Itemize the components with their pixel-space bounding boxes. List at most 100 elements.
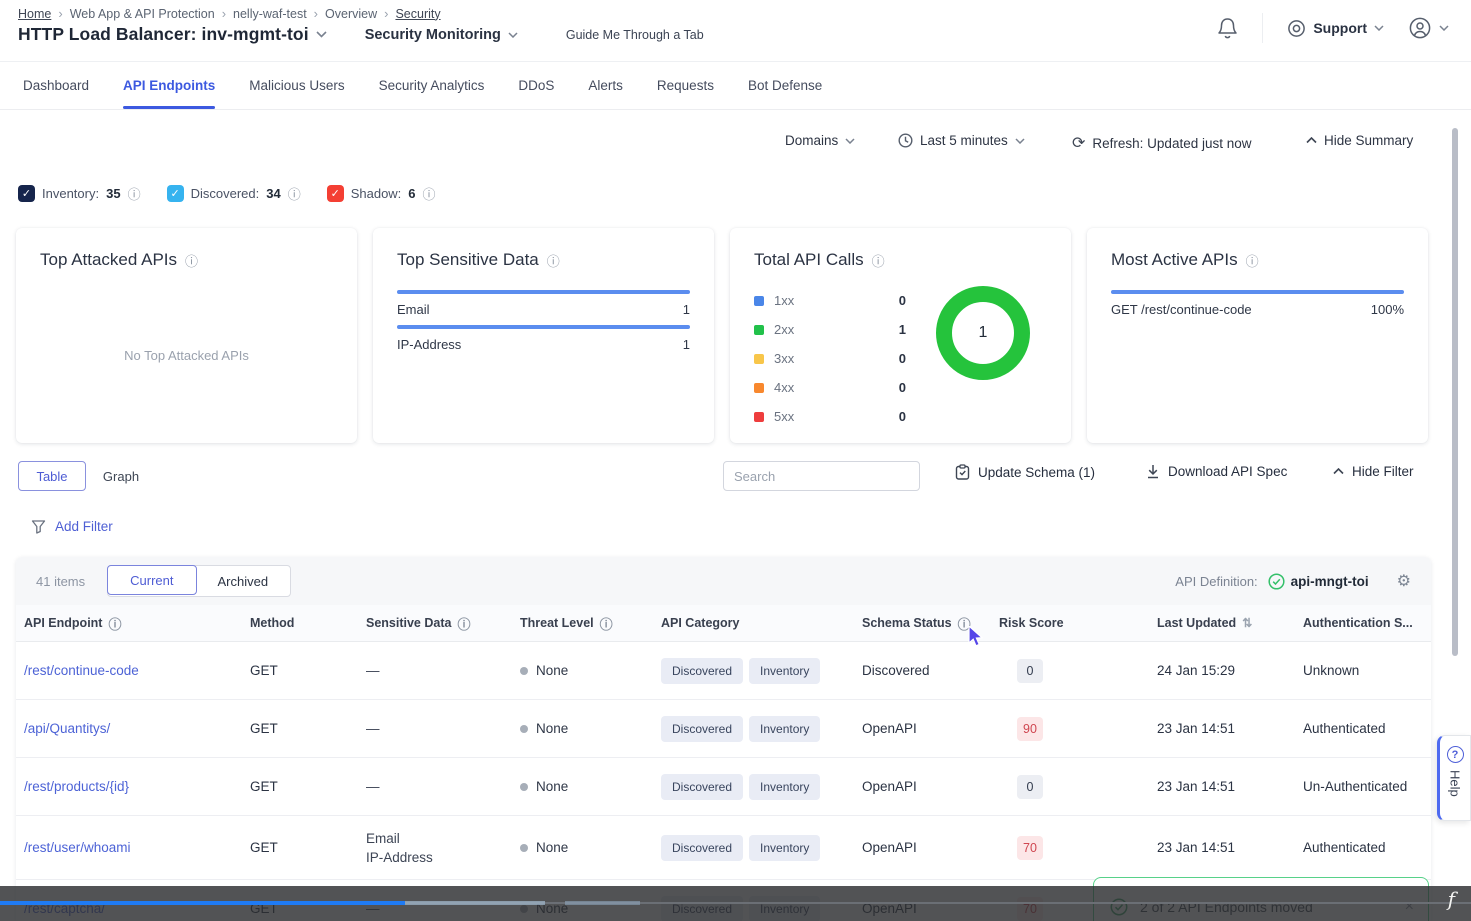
- tab-dashboard[interactable]: Dashboard: [23, 62, 89, 109]
- caption-fragment: f: [1448, 887, 1455, 911]
- inventory-filter-checkbox[interactable]: ✓ Inventory: 35 ⓘ: [18, 184, 141, 203]
- col-api-category[interactable]: API Category: [661, 616, 862, 630]
- update-schema-button[interactable]: Update Schema (1): [955, 464, 1095, 480]
- endpoint-link[interactable]: /rest/continue-code: [24, 663, 139, 678]
- table-row[interactable]: /rest/user/whoami GET Email IP-Address N…: [16, 816, 1431, 880]
- col-threat-level[interactable]: Threat Levelⓘ: [520, 614, 661, 633]
- sensitive-data-value: 1: [683, 302, 690, 317]
- info-icon[interactable]: ⓘ: [1246, 251, 1259, 270]
- notifications-bell-icon[interactable]: [1217, 17, 1238, 40]
- top-header: Home › Web App & API Protection › nelly-…: [0, 0, 1471, 62]
- search-input[interactable]: [723, 461, 920, 491]
- auth-status-cell: Authenticated: [1303, 840, 1431, 855]
- archived-toggle-button[interactable]: Archived: [196, 566, 291, 596]
- download-api-spec-button[interactable]: Download API Spec: [1146, 464, 1287, 479]
- sensitive-cell: —: [366, 719, 520, 738]
- auth-status-cell: Authenticated: [1303, 721, 1431, 736]
- method-cell: GET: [250, 840, 366, 855]
- legend-swatch: [754, 325, 764, 335]
- method-cell: GET: [250, 779, 366, 794]
- col-sensitive-data[interactable]: Sensitive Dataⓘ: [366, 614, 520, 633]
- update-schema-label: Update Schema (1): [978, 465, 1095, 480]
- schema-status-cell: Discovered: [862, 663, 999, 678]
- legend-swatch: [754, 296, 764, 306]
- items-count: 41 items: [36, 574, 85, 589]
- tab-alerts[interactable]: Alerts: [588, 62, 623, 109]
- add-filter-button[interactable]: Add Filter: [31, 519, 113, 534]
- page-title: HTTP Load Balancer: inv-mgmt-toi: [18, 24, 309, 45]
- tab-api-endpoints[interactable]: API Endpoints: [123, 62, 215, 109]
- info-icon[interactable]: ⓘ: [872, 251, 885, 270]
- breadcrumb-overview[interactable]: Overview: [325, 7, 377, 21]
- breadcrumb-lb[interactable]: nelly-waf-test: [233, 7, 307, 21]
- tab-requests[interactable]: Requests: [657, 62, 714, 109]
- title-chevron-down-icon[interactable]: [316, 31, 327, 38]
- support-icon: [1287, 19, 1306, 38]
- domains-dropdown[interactable]: Domains: [785, 133, 855, 148]
- tab-bot-defense[interactable]: Bot Defense: [748, 62, 822, 109]
- current-toggle-button[interactable]: Current: [107, 565, 196, 595]
- threat-cell: None: [520, 779, 661, 794]
- tab-security-analytics[interactable]: Security Analytics: [379, 62, 485, 109]
- endpoint-link[interactable]: /api/Quantitys/: [24, 721, 110, 736]
- hide-summary-button[interactable]: Hide Summary: [1306, 133, 1413, 148]
- refresh-button[interactable]: ⟳ Refresh: Updated just now: [1072, 133, 1252, 153]
- monitoring-chevron-down-icon[interactable]: [508, 32, 518, 38]
- endpoint-link[interactable]: /rest/user/whoami: [24, 840, 131, 855]
- col-authentication[interactable]: Authentication S...: [1303, 616, 1431, 630]
- add-filter-label: Add Filter: [55, 519, 113, 534]
- support-menu[interactable]: Support: [1287, 19, 1384, 38]
- time-chevron-down-icon: [1015, 138, 1025, 144]
- col-last-updated[interactable]: Last Updated⇅: [1157, 616, 1303, 630]
- info-icon[interactable]: ⓘ: [547, 251, 560, 270]
- hide-filter-button[interactable]: Hide Filter: [1333, 464, 1414, 479]
- category-cell: Discovered Inventory: [661, 716, 862, 742]
- account-menu[interactable]: [1408, 16, 1449, 40]
- table-row[interactable]: /rest/continue-code GET — None Discovere…: [16, 642, 1431, 700]
- risk-score-badge: 0: [1017, 659, 1043, 683]
- support-chevron-down-icon: [1374, 25, 1384, 31]
- graph-view-button[interactable]: Graph: [95, 461, 147, 491]
- guide-me-link[interactable]: Guide Me Through a Tab: [566, 28, 704, 42]
- info-icon[interactable]: ⓘ: [423, 184, 436, 203]
- table-settings-gear-icon[interactable]: ⚙: [1397, 571, 1411, 591]
- breadcrumb-security[interactable]: Security: [395, 7, 440, 21]
- sort-icon[interactable]: ⇅: [1242, 616, 1252, 630]
- info-icon[interactable]: ⓘ: [108, 614, 121, 633]
- info-icon[interactable]: ⓘ: [958, 614, 971, 633]
- tab-ddos[interactable]: DDoS: [518, 62, 554, 109]
- threat-cell: None: [520, 663, 661, 678]
- discovered-count: 34: [266, 186, 280, 201]
- threat-cell: None: [520, 721, 661, 736]
- discovered-filter-checkbox[interactable]: ✓ Discovered: 34 ⓘ: [167, 184, 301, 203]
- info-icon[interactable]: ⓘ: [600, 614, 613, 633]
- security-monitoring-select[interactable]: Security Monitoring: [365, 27, 501, 43]
- col-api-endpoint[interactable]: API Endpointⓘ: [24, 614, 250, 633]
- shadow-filter-checkbox[interactable]: ✓ Shadow: 6 ⓘ: [327, 184, 436, 203]
- info-icon[interactable]: ⓘ: [185, 251, 198, 270]
- risk-score-badge: 90: [1017, 717, 1043, 741]
- col-risk-score[interactable]: Risk Score: [999, 616, 1157, 630]
- col-method[interactable]: Method: [250, 616, 366, 630]
- time-range-label: Last 5 minutes: [920, 133, 1008, 148]
- sensitive-cell: Email IP-Address: [366, 829, 520, 867]
- breadcrumb-home[interactable]: Home: [18, 7, 51, 21]
- tab-malicious-users[interactable]: Malicious Users: [249, 62, 344, 109]
- table-view-button[interactable]: Table: [18, 461, 86, 491]
- help-tab[interactable]: ? Help: [1437, 735, 1471, 821]
- category-badge: Inventory: [749, 658, 820, 684]
- info-icon[interactable]: ⓘ: [288, 184, 301, 203]
- schema-status-cell: OpenAPI: [862, 779, 999, 794]
- inventory-label: Inventory:: [42, 186, 99, 201]
- info-icon[interactable]: ⓘ: [457, 614, 470, 633]
- table-row[interactable]: /rest/products/{id} GET — None Discovere…: [16, 758, 1431, 816]
- api-definition-link[interactable]: api-mngt-toi: [1268, 573, 1369, 590]
- endpoint-link[interactable]: /rest/products/{id}: [24, 779, 129, 794]
- col-schema-status[interactable]: Schema Statusⓘ: [862, 614, 999, 633]
- vertical-scrollbar[interactable]: [1452, 128, 1458, 656]
- table-row[interactable]: /api/Quantitys/ GET — None Discovered In…: [16, 700, 1431, 758]
- breadcrumb-waap[interactable]: Web App & API Protection: [70, 7, 215, 21]
- time-range-dropdown[interactable]: Last 5 minutes: [898, 133, 1025, 148]
- info-icon[interactable]: ⓘ: [128, 184, 141, 203]
- sensitive-data-item: IP-Address 1: [397, 325, 690, 354]
